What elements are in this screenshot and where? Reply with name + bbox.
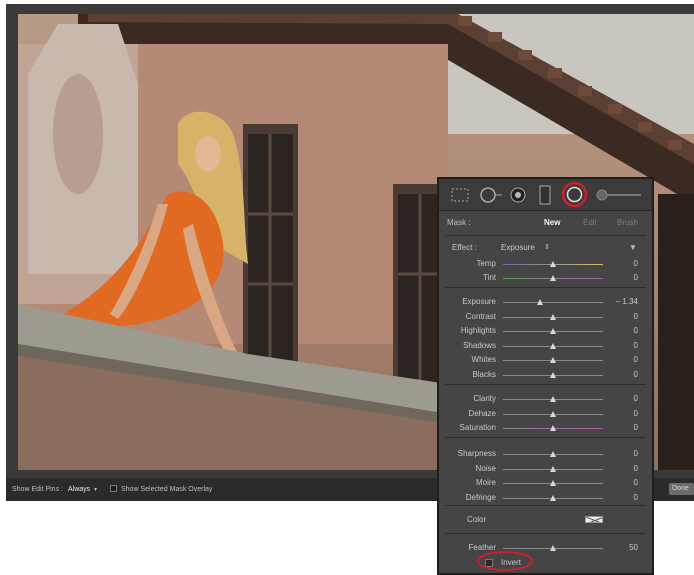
temp-value[interactable]: 0 [634,259,638,268]
dehaze-value[interactable]: 0 [634,409,638,418]
crop-overlay-icon[interactable] [451,188,469,202]
clarity-value[interactable]: 0 [634,394,638,403]
blacks-slider-handle[interactable] [550,372,556,378]
shadows-slider-handle[interactable] [550,342,556,349]
contrast-slider-handle[interactable] [550,313,556,320]
saturation-slider-row: Saturation 0 [439,421,652,435]
whites-slider-handle[interactable] [550,357,556,364]
highlights-label: Highlights [460,326,496,336]
dehaze-label: Dehaze [468,408,496,418]
sharpness-label: Sharpness [457,449,496,458]
noise-slider-handle[interactable] [550,465,556,472]
feather-slider-row: Feather 50 [439,541,652,555]
clarity-slider-row: Clarity 0 [439,392,652,406]
defringe-slider-row: Defringe 0 [439,491,652,505]
red-eye-icon[interactable] [509,186,527,204]
graduated-filter-icon[interactable] [539,185,551,205]
temp-slider-row: Temp 0 [439,257,652,271]
whites-value[interactable]: 0 [634,355,638,364]
divider [445,533,646,534]
show-mask-overlay-label: Show Selected Mask Overlay [121,486,213,493]
shadows-value[interactable]: 0 [634,341,638,350]
color-swatch-icon[interactable] [585,516,603,523]
blacks-value[interactable]: 0 [634,370,638,379]
clarity-label: Clarity [473,394,496,403]
updown-arrows-icon[interactable]: ⇕ [544,243,550,251]
show-edit-pins-dropdown[interactable]: Always [68,486,90,493]
mask-label: Mask : [447,218,471,227]
contrast-slider-row: Contrast 0 [439,310,652,324]
divider [445,235,646,236]
feather-slider-handle[interactable] [550,545,556,551]
shadows-label: Shadows [463,340,496,350]
show-edit-pins-label: Show Edit Pins : [12,486,63,493]
effect-row: Effect : Exposure ⇕ ▼ [439,243,652,255]
tint-label: Tint [482,273,496,282]
dehaze-slider-row: Dehaze 0 [439,407,652,421]
divider [445,437,646,438]
moire-label: Moire [475,478,496,488]
spot-removal-icon[interactable] [479,186,503,204]
highlights-slider-handle[interactable] [550,328,556,335]
invert-highlight-ring [477,551,533,571]
exposure-label: Exposure [462,297,496,306]
mask-new-option[interactable]: New [544,218,560,227]
radial-filter-icon[interactable] [561,181,588,208]
noise-value[interactable]: 0 [634,464,638,473]
color-label: Color [467,515,487,524]
mask-overlay-checkbox[interactable] [110,485,117,492]
exposure-slider-handle[interactable] [537,299,543,305]
mask-row: Mask : New Edit Brush [447,218,647,230]
tool-strip [439,179,652,211]
dropdown-arrow-icon[interactable]: ▾ [94,486,97,493]
saturation-value[interactable]: 0 [634,423,638,432]
color-row: Color [439,513,652,527]
feather-label: Feather [468,543,496,552]
divider [445,505,646,506]
sharpness-value[interactable]: 0 [634,449,638,458]
mask-edit-option[interactable]: Edit [583,218,597,227]
adjustment-brush-icon[interactable] [595,188,643,202]
exposure-slider-track[interactable] [503,302,603,303]
highlights-value[interactable]: 0 [634,326,638,335]
divider [445,384,646,385]
whites-slider-row: Whites 0 [439,353,652,367]
saturation-slider-handle[interactable] [550,425,556,432]
clarity-slider-handle[interactable] [550,396,556,402]
tint-slider-row: Tint 0 [439,271,652,285]
exposure-value[interactable]: – 1.34 [616,297,638,306]
contrast-value[interactable]: 0 [634,312,638,321]
effect-preset-dropdown[interactable]: Exposure [501,243,535,252]
temp-slider-handle[interactable] [550,261,556,267]
noise-label: Noise [475,463,496,473]
divider [445,287,646,288]
defringe-value[interactable]: 0 [634,493,638,502]
feather-value[interactable]: 50 [629,543,638,552]
sharpness-slider-handle[interactable] [550,451,556,457]
shadows-slider-row: Shadows 0 [439,339,652,353]
temp-label: Temp [476,259,496,268]
defringe-slider-handle[interactable] [550,494,556,501]
sharpness-slider-row: Sharpness 0 [439,447,652,461]
collapse-triangle-icon[interactable]: ▼ [629,243,637,252]
done-button[interactable]: Done [669,483,694,495]
tint-value[interactable]: 0 [634,273,638,282]
contrast-label: Contrast [465,311,496,321]
moire-value[interactable]: 0 [634,478,638,487]
dehaze-slider-handle[interactable] [550,410,556,417]
mask-brush-option[interactable]: Brush [617,218,638,227]
saturation-label: Saturation [459,423,496,433]
radial-filter-panel: Mask : New Edit Brush Effect : Exposure … [437,177,654,575]
effect-label: Effect : [452,243,477,252]
blacks-slider-row: Blacks 0 [439,368,652,382]
tint-slider-handle[interactable] [550,275,556,281]
highlights-slider-row: Highlights 0 [439,324,652,338]
whites-label: Whites [471,355,496,365]
blacks-label: Blacks [472,370,496,379]
noise-slider-row: Noise 0 [439,462,652,476]
defringe-label: Defringe [465,492,496,502]
exposure-slider-row: Exposure – 1.34 [439,295,652,309]
moire-slider-handle[interactable] [550,480,556,487]
moire-slider-row: Moire 0 [439,476,652,490]
